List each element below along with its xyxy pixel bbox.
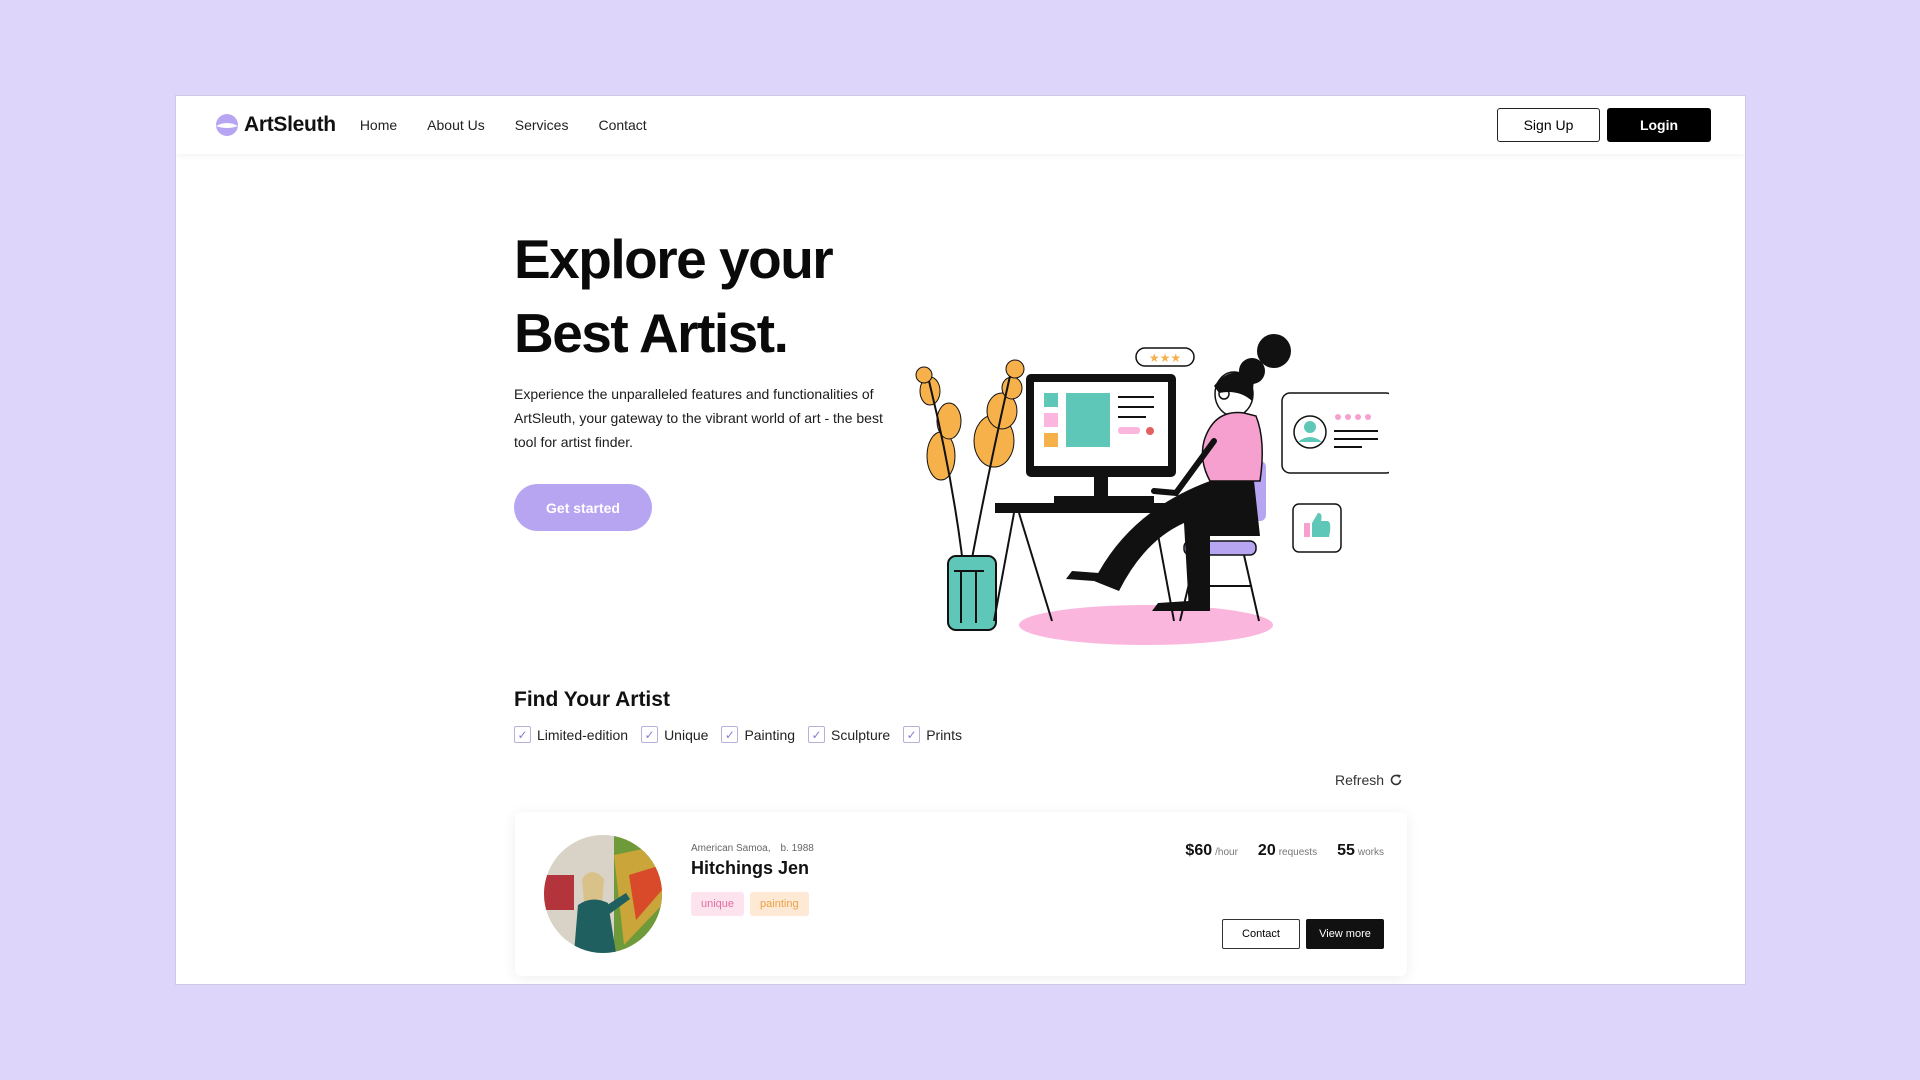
brand-name: ArtSleuth (244, 113, 336, 136)
nav-actions: Sign Up Login (1497, 108, 1711, 142)
filter-label: Prints (926, 726, 962, 743)
filter-prints[interactable]: ✓ Prints (903, 726, 962, 743)
artist-birth: b. 1988 (780, 843, 814, 854)
rate-unit: /hour (1215, 847, 1238, 858)
artist-name: Hitchings Jen (691, 858, 810, 878)
nav-home[interactable]: Home (360, 117, 397, 133)
tag-unique: unique (691, 892, 745, 916)
filter-label: Painting (744, 726, 796, 743)
stat-works: 55 works (1337, 842, 1384, 860)
nav-contact[interactable]: Contact (598, 117, 646, 133)
checkbox-limited-edition[interactable]: ✓ (514, 726, 531, 743)
artist-meta: American Samoa, b. 1988 (691, 843, 814, 854)
logo-icon (216, 114, 238, 136)
filter-label: Limited-edition (537, 726, 629, 743)
requests-value: 20 (1257, 842, 1276, 859)
nav-links: Home About Us Services Contact (360, 117, 1497, 133)
view-more-button[interactable]: View more (1306, 919, 1384, 949)
works-value: 55 (1337, 842, 1355, 859)
filter-label: Unique (664, 726, 709, 743)
logo[interactable]: ArtSleuth (214, 112, 336, 138)
works-unit: works (1357, 847, 1384, 858)
refresh-button[interactable]: Refresh (1335, 772, 1403, 788)
filter-label: Sculpture (831, 726, 891, 743)
filter-painting[interactable]: ✓ Painting (721, 726, 795, 743)
hero-description: Experience the unparalleled features and… (514, 386, 883, 450)
checkbox-sculpture[interactable]: ✓ (808, 726, 826, 743)
stat-requests: 20 requests (1258, 842, 1317, 860)
filter-limited-edition[interactable]: ✓ Limited-edition (514, 726, 628, 743)
artist-tags: unique painting (691, 892, 809, 916)
contact-button[interactable]: Contact (1222, 919, 1300, 949)
artist-avatar (544, 835, 662, 953)
hero-title-line1: Explore your (514, 228, 834, 290)
rate-value: $60 (1185, 842, 1213, 859)
hero-title-line2: Best Artist. (514, 302, 789, 364)
card-actions: Contact View more (1222, 919, 1384, 949)
navbar: ArtSleuth Home About Us Services Contact… (176, 96, 1745, 154)
get-started-button[interactable]: Get started (514, 484, 652, 531)
requests-unit: requests (1278, 847, 1318, 858)
svg-text:★★★: ★★★ (1149, 351, 1181, 365)
filter-list: ✓ Limited-edition ✓ Unique ✓ Painting ✓ … (514, 726, 962, 743)
browser-window: ArtSleuth Home About Us Services Contact… (175, 95, 1746, 985)
hero-illustration: ★★★ (915, 334, 1389, 645)
artist-location: American Samoa, (691, 843, 771, 854)
stat-rate: $60/hour (1185, 842, 1238, 860)
refresh-icon (1390, 774, 1402, 786)
artist-stats: $60/hour 20 requests 55 works (1185, 842, 1384, 860)
checkbox-unique[interactable]: ✓ (641, 726, 659, 743)
find-artist-title: Find Your Artist (514, 688, 670, 711)
hero-title: Explore your Best Artist. (514, 222, 834, 370)
filter-sculpture[interactable]: ✓ Sculpture (808, 726, 890, 743)
tag-painting: painting (750, 892, 809, 916)
signup-button[interactable]: Sign Up (1497, 108, 1600, 142)
login-button[interactable]: Login (1607, 108, 1711, 142)
checkbox-prints[interactable]: ✓ (903, 726, 921, 743)
nav-services[interactable]: Services (515, 117, 569, 133)
artist-card: American Samoa, b. 1988 Hitchings Jen un… (515, 812, 1407, 976)
refresh-label: Refresh (1335, 772, 1385, 788)
filter-unique[interactable]: ✓ Unique (641, 726, 708, 743)
checkbox-painting[interactable]: ✓ (721, 726, 739, 743)
nav-about-us[interactable]: About Us (427, 117, 485, 133)
